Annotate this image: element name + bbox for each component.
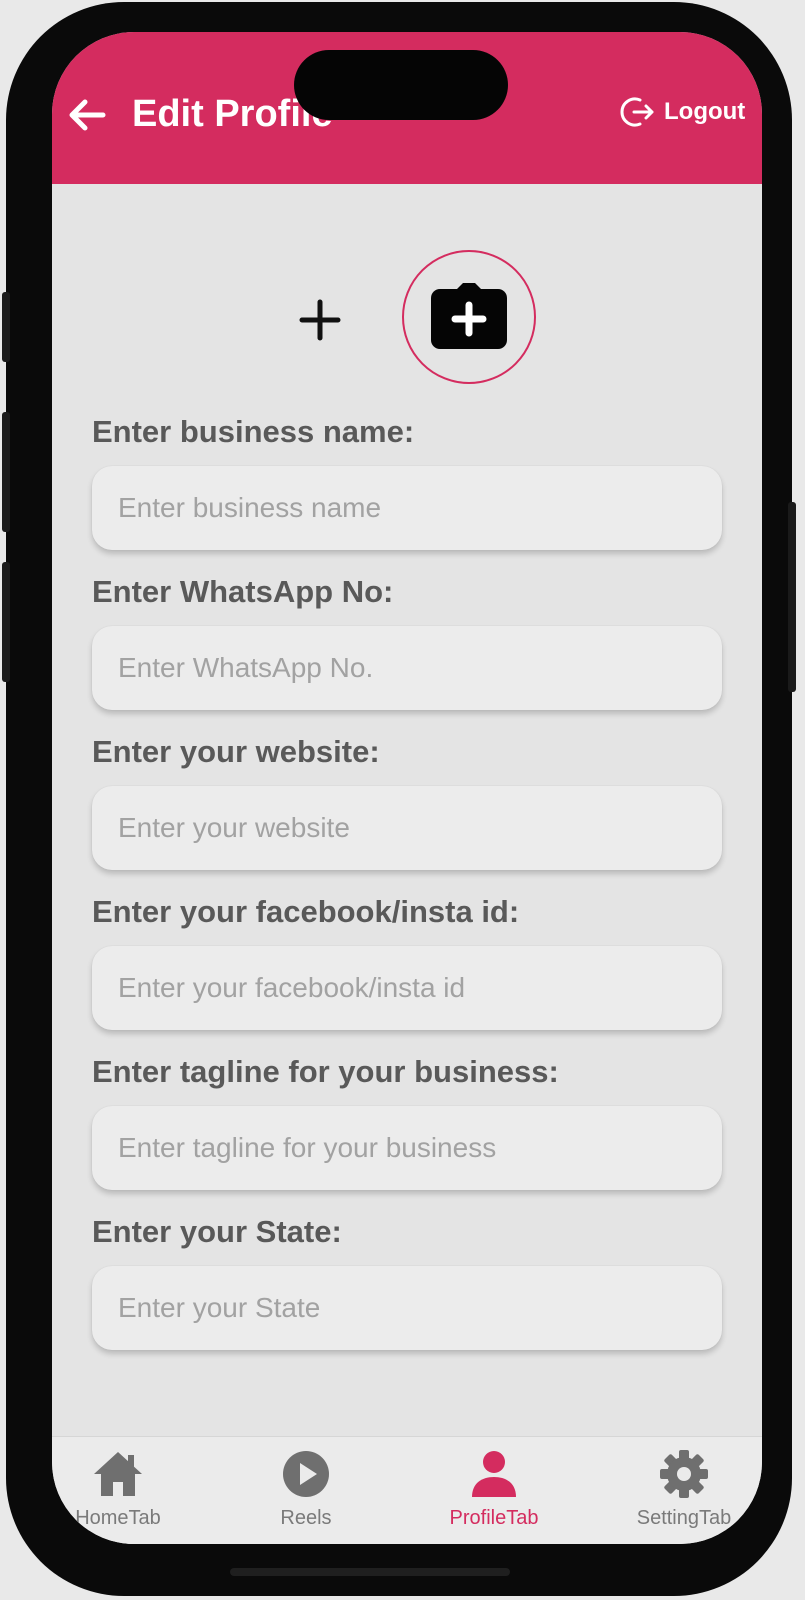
arrow-left-icon bbox=[69, 99, 106, 131]
profile-form: Enter business name: Enter WhatsApp No: … bbox=[92, 412, 722, 1372]
nav-label-settings: SettingTab bbox=[636, 1507, 732, 1529]
phone-side-button bbox=[2, 562, 10, 682]
nav-item-reels[interactable]: Reels bbox=[236, 1447, 376, 1543]
logout-button[interactable]: Logout bbox=[618, 92, 745, 132]
whatsapp-group: Enter WhatsApp No: bbox=[92, 572, 722, 710]
bottom-nav: HomeTab Reels ProfileTab SettingTab bbox=[52, 1436, 762, 1544]
website-input[interactable] bbox=[92, 786, 722, 870]
state-group: Enter your State: bbox=[92, 1212, 722, 1350]
camera-plus-icon bbox=[431, 283, 507, 349]
social-id-label: Enter your facebook/insta id: bbox=[92, 894, 520, 929]
logout-label: Logout bbox=[664, 98, 746, 125]
avatar-upload-button[interactable] bbox=[402, 250, 536, 384]
nav-label-profile: ProfileTab bbox=[449, 1507, 539, 1529]
whatsapp-label: Enter WhatsApp No: bbox=[92, 574, 394, 609]
plus-icon[interactable] bbox=[298, 298, 342, 342]
logout-icon bbox=[620, 97, 654, 127]
nav-item-settings[interactable]: SettingTab bbox=[614, 1447, 754, 1543]
back-button[interactable] bbox=[60, 88, 114, 142]
camera-notch bbox=[294, 50, 508, 120]
business-name-group: Enter business name: bbox=[92, 412, 722, 550]
phone-side-button bbox=[788, 502, 796, 692]
whatsapp-input[interactable] bbox=[92, 626, 722, 710]
play-circle-icon bbox=[283, 1451, 329, 1497]
app-bar: Edit Profile Logout bbox=[52, 32, 762, 184]
tagline-group: Enter tagline for your business: bbox=[92, 1052, 722, 1190]
nav-label-reels: Reels bbox=[280, 1507, 332, 1529]
tagline-input[interactable] bbox=[92, 1106, 722, 1190]
nav-item-home[interactable]: HomeTab bbox=[52, 1447, 188, 1543]
profile-image-area bbox=[52, 184, 762, 394]
home-icon bbox=[94, 1452, 142, 1496]
website-label: Enter your website: bbox=[92, 734, 380, 769]
business-name-label: Enter business name: bbox=[92, 414, 415, 449]
business-name-input[interactable] bbox=[92, 466, 722, 550]
nav-item-profile[interactable]: ProfileTab bbox=[424, 1447, 564, 1543]
person-icon bbox=[472, 1451, 516, 1497]
social-id-input[interactable] bbox=[92, 946, 722, 1030]
gear-icon bbox=[660, 1450, 708, 1498]
app-screen: Edit Profile Logout Enter business name:… bbox=[52, 32, 762, 1544]
home-indicator bbox=[230, 1568, 510, 1576]
state-label: Enter your State: bbox=[92, 1214, 342, 1249]
nav-label-home: HomeTab bbox=[75, 1507, 161, 1529]
social-id-group: Enter your facebook/insta id: bbox=[92, 892, 722, 1030]
website-group: Enter your website: bbox=[92, 732, 722, 870]
state-input[interactable] bbox=[92, 1266, 722, 1350]
phone-frame: Edit Profile Logout Enter business name:… bbox=[2, 2, 796, 1596]
phone-side-button bbox=[2, 292, 10, 362]
phone-side-button bbox=[2, 412, 10, 532]
tagline-label: Enter tagline for your business: bbox=[92, 1054, 559, 1089]
